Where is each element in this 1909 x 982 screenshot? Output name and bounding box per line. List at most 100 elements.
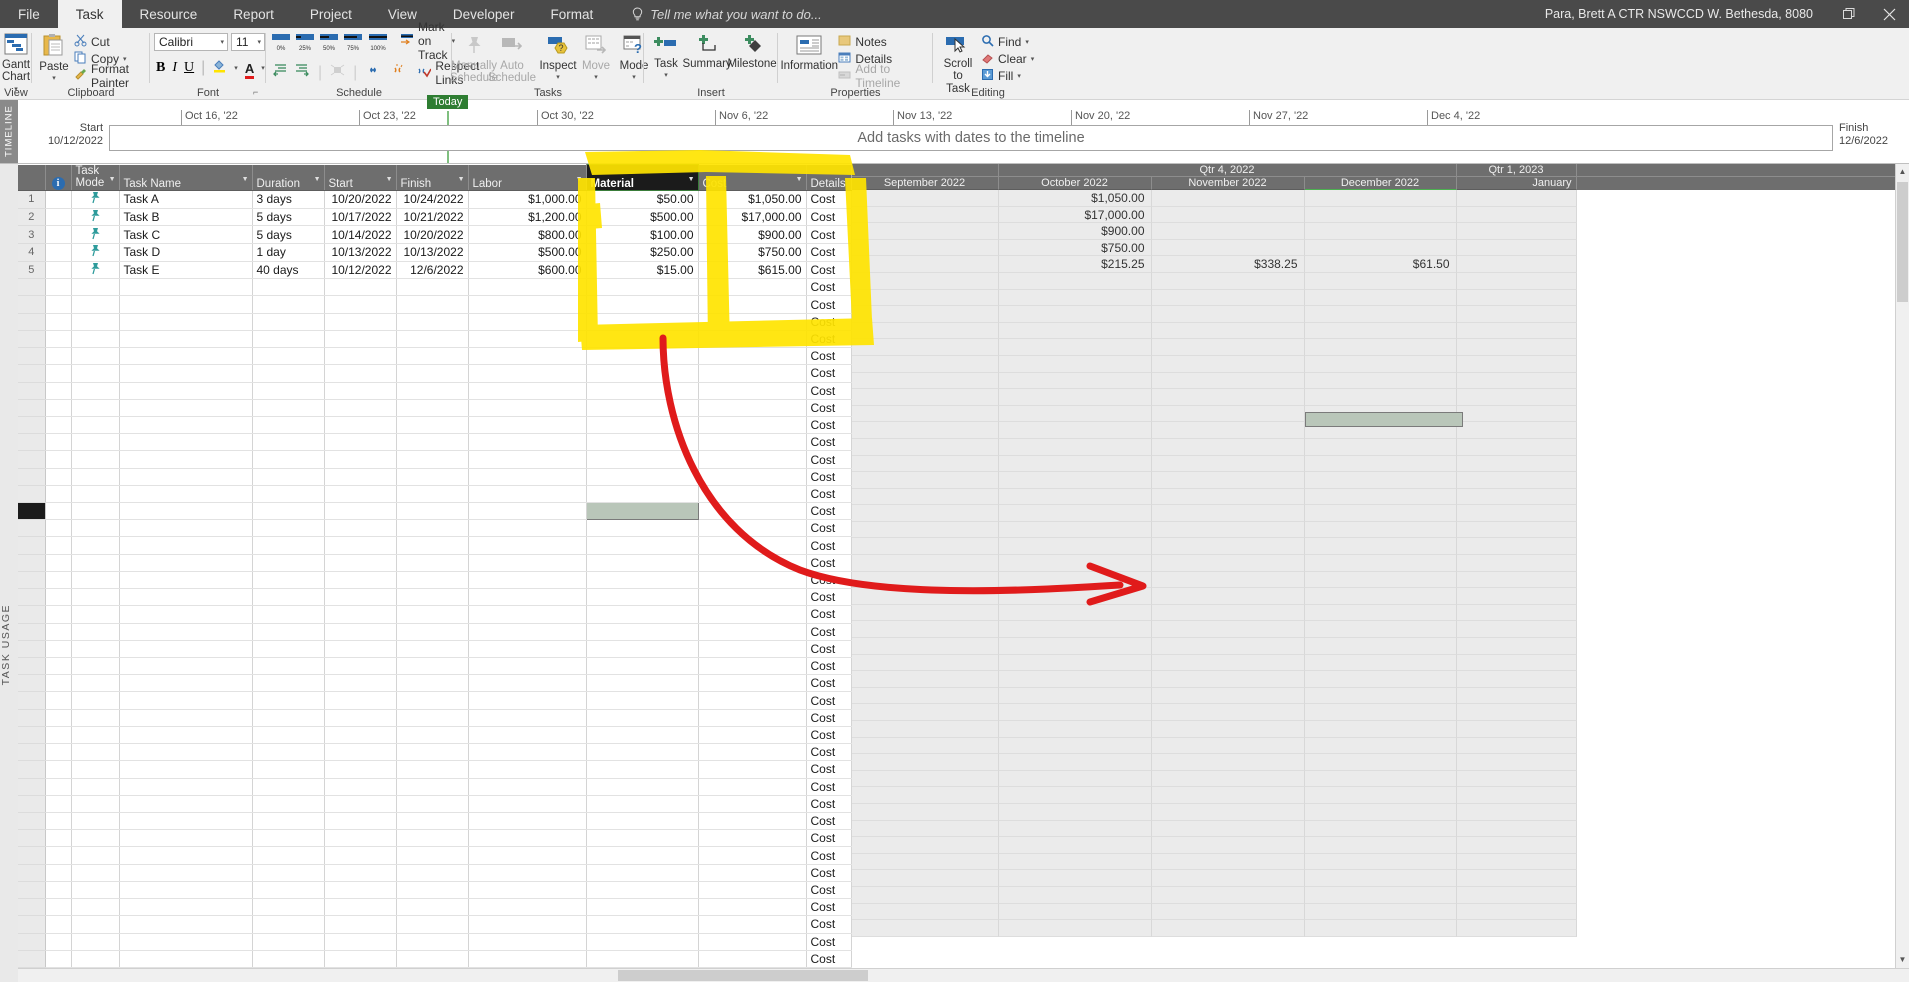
cell-details-empty[interactable]: Cost (805, 433, 852, 452)
cell-task-mode-empty[interactable] (71, 726, 120, 745)
timescale-cell-september-3[interactable] (851, 223, 999, 240)
cell-cost-empty[interactable] (698, 588, 807, 607)
cell-details-empty[interactable]: Cost (805, 760, 852, 779)
cell-details-empty[interactable]: Cost (805, 726, 852, 745)
timescale-cell-empty[interactable] (1304, 704, 1457, 721)
cell-details-empty[interactable]: Cost (805, 881, 852, 900)
cell-task-mode-empty[interactable] (71, 812, 120, 831)
font-name-dropdown-icon[interactable]: ▾ (220, 38, 227, 46)
timescale-cell-empty[interactable] (1456, 754, 1577, 771)
cell-indicator-empty[interactable] (45, 623, 72, 641)
row-number-empty[interactable] (18, 623, 46, 641)
cell-cost-3[interactable]: $900.00 (698, 225, 807, 244)
cell-finish-empty[interactable] (396, 657, 469, 676)
cell-finish-empty[interactable] (396, 571, 469, 590)
timescale-cell-empty[interactable] (1456, 488, 1577, 506)
timescale-cell-empty[interactable] (1304, 754, 1457, 771)
cell-labor-empty[interactable] (468, 778, 587, 796)
cell-start-empty[interactable] (324, 536, 397, 555)
timescale-cell-empty[interactable] (851, 306, 999, 323)
cell-duration-empty[interactable] (252, 554, 325, 572)
cell-duration-empty[interactable] (252, 778, 325, 796)
cell-duration-empty[interactable] (252, 950, 325, 968)
cell-cost-empty[interactable] (698, 278, 807, 297)
timescale-cell-empty[interactable] (1151, 638, 1305, 655)
timescale-cell-empty[interactable] (998, 604, 1152, 622)
row-number[interactable]: 4 (18, 243, 46, 262)
timescale-cell-empty[interactable] (1304, 820, 1457, 838)
cell-cost-empty[interactable] (698, 416, 807, 435)
cell-details-empty[interactable]: Cost (805, 709, 852, 727)
timescale-cell-october-5[interactable]: $215.25 (998, 256, 1152, 273)
cell-task-mode-empty[interactable] (71, 502, 120, 521)
timescale-cell-empty[interactable] (998, 355, 1152, 373)
table-row-empty[interactable]: Cost (18, 950, 852, 968)
timescale-cell-empty[interactable] (1456, 721, 1577, 738)
cell-finish-empty[interactable] (396, 450, 469, 469)
cell-start-empty[interactable] (324, 313, 397, 331)
timescale-cell-empty[interactable] (998, 555, 1152, 572)
cell-start-empty[interactable] (324, 760, 397, 779)
timescale-cell-empty[interactable] (998, 422, 1152, 439)
row-number-empty[interactable] (18, 726, 46, 745)
timescale-cell-empty[interactable] (1304, 488, 1457, 506)
timescale-cell-empty[interactable] (851, 770, 999, 788)
row-number-empty[interactable] (18, 812, 46, 831)
font-size-input[interactable]: 11 ▾ (231, 33, 265, 51)
row-number-empty[interactable] (18, 846, 46, 865)
cell-finish-empty[interactable] (396, 829, 469, 848)
row-number-empty[interactable] (18, 502, 46, 521)
timescale-cell-empty[interactable] (1304, 472, 1457, 489)
cell-task-mode-empty[interactable] (71, 485, 120, 504)
cell-indicator-empty[interactable] (45, 760, 72, 779)
cell-labor-empty[interactable] (468, 485, 587, 504)
cell-start-empty[interactable] (324, 950, 397, 968)
timescale-cell-empty[interactable] (1456, 803, 1577, 821)
tab-project[interactable]: Project (292, 0, 370, 28)
cell-task-mode-empty[interactable] (71, 657, 120, 676)
timescale-cell-empty[interactable] (851, 405, 999, 423)
cell-start-empty[interactable] (324, 347, 397, 366)
cell-indicator-empty[interactable] (45, 519, 72, 538)
timescale-cell-empty[interactable] (1304, 339, 1457, 356)
timescale-cell-empty[interactable] (1151, 455, 1305, 473)
filter-dropdown-icon-material[interactable]: ▼ (688, 176, 695, 183)
cell-labor-empty[interactable] (468, 519, 587, 538)
cell-duration-empty[interactable] (252, 709, 325, 727)
timescale-cell-empty[interactable] (851, 820, 999, 838)
timescale-cell-empty[interactable] (998, 920, 1152, 937)
cell-cost-empty[interactable] (698, 485, 807, 504)
timescale-row-empty[interactable] (851, 455, 1909, 473)
cell-finish-empty[interactable] (396, 536, 469, 555)
timescale-cell-empty[interactable] (1151, 787, 1305, 804)
table-row[interactable]: 5 Task E 40 days 10/12/2022 12/6/2022 $600.00… (18, 261, 852, 280)
row-number-empty[interactable] (18, 382, 46, 400)
cell-indicator-empty[interactable] (45, 829, 72, 848)
cell-cost-empty[interactable] (698, 743, 807, 762)
cell-task-mode-empty[interactable] (71, 536, 120, 555)
cell-start-empty[interactable] (324, 812, 397, 831)
cell-start-empty[interactable] (324, 399, 397, 417)
cell-task-name-empty[interactable] (119, 502, 253, 521)
row-number[interactable]: 5 (18, 261, 46, 280)
timescale-cell-empty[interactable] (1304, 355, 1457, 373)
row-number-empty[interactable] (18, 778, 46, 796)
timescale-cell-empty[interactable] (1456, 638, 1577, 655)
timescale-cell-empty[interactable] (1151, 820, 1305, 838)
cell-finish-empty[interactable] (396, 898, 469, 917)
cell-labor-empty[interactable] (468, 502, 587, 521)
cell-duration-empty[interactable] (252, 760, 325, 779)
timescale-cell-empty[interactable] (998, 588, 1152, 605)
cell-finish-5[interactable]: 12/6/2022 (396, 261, 469, 280)
timescale-row-empty[interactable] (851, 704, 1909, 721)
cell-task-mode-empty[interactable] (71, 950, 120, 968)
cell-labor-empty[interactable] (468, 588, 587, 607)
timescale-cell-empty[interactable] (998, 638, 1152, 655)
cell-task-mode-empty[interactable] (71, 898, 120, 917)
timescale-cell-empty[interactable] (1304, 837, 1457, 854)
cell-indicator-4[interactable] (45, 243, 72, 262)
timescale-cell-empty[interactable] (1304, 870, 1457, 887)
cell-labor-4[interactable]: $500.00 (468, 243, 587, 262)
cell-duration-2[interactable]: 5 days (252, 208, 325, 227)
timescale-cell-empty[interactable] (998, 787, 1152, 804)
